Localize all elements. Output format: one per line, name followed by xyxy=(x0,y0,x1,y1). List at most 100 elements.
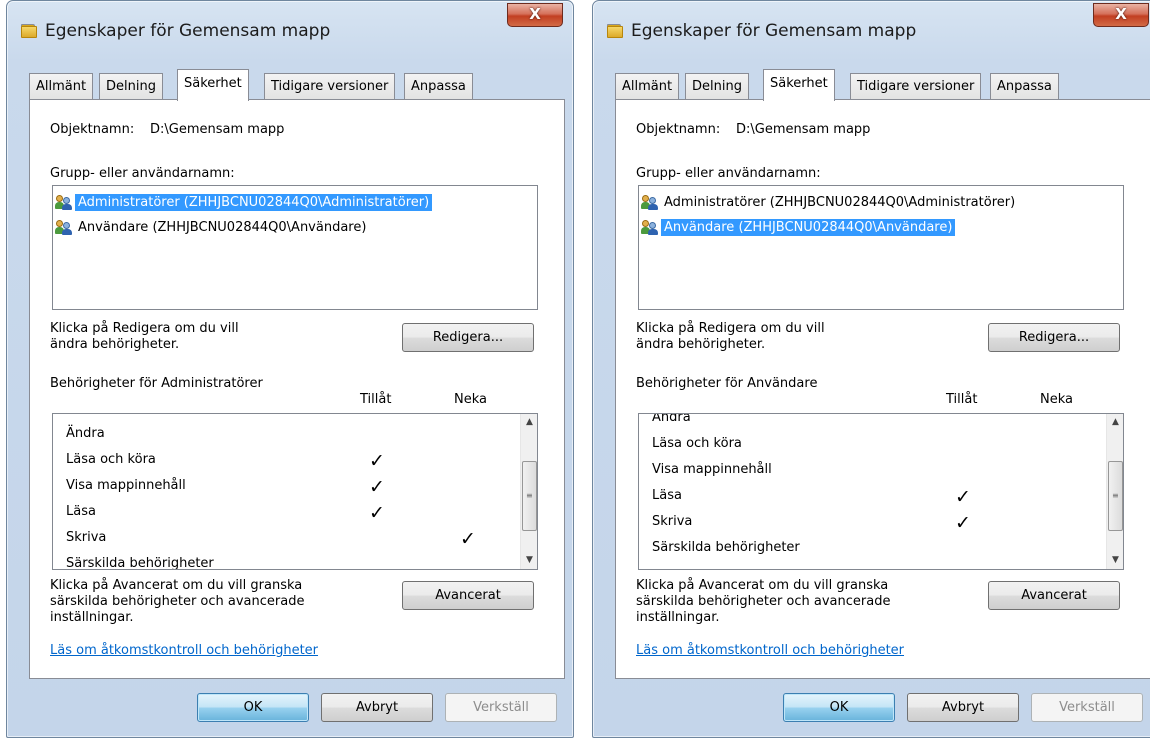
ok-button[interactable]: OK xyxy=(783,693,895,722)
scroll-up-arrow-icon[interactable]: ▲ xyxy=(1107,414,1123,431)
tab-delning[interactable]: Delning xyxy=(685,73,749,100)
users-group-icon xyxy=(641,219,659,235)
deny-column-header: Neka xyxy=(1040,392,1073,407)
tab-allmant[interactable]: Allmänt xyxy=(615,73,680,100)
apply-button[interactable]: Verkställ xyxy=(445,693,557,722)
permission-row: Särskilda behörigheter xyxy=(652,538,1092,564)
permission-name: Ändra xyxy=(66,426,105,441)
allow-column-header: Tillåt xyxy=(360,392,392,407)
cancel-button[interactable]: Avbryt xyxy=(907,693,1019,722)
user-item-users[interactable]: Användare (ZHHJBCNU02844Q0\Användare) xyxy=(641,216,956,238)
edit-hint-text: Klicka på Redigera om du vill ändra behö… xyxy=(50,321,239,352)
user-list[interactable]: Administratörer (ZHHJBCNU02844Q0\Adminis… xyxy=(52,185,538,310)
permission-row: Läsa och köra ✓ xyxy=(66,450,506,476)
scroll-up-arrow-icon[interactable]: ▲ xyxy=(521,414,537,431)
permission-row: Visa mappinnehåll ✓ xyxy=(66,476,506,502)
scroll-thumb[interactable]: ≡ xyxy=(522,461,537,531)
permission-row: Läsa och köra xyxy=(652,434,1092,460)
allow-check-icon: ✓ xyxy=(955,512,971,534)
user-item-label: Administratörer (ZHHJBCNU02844Q0\Adminis… xyxy=(664,194,1016,210)
deny-column-header: Neka xyxy=(454,392,487,407)
user-item-label: Användare (ZHHJBCNU02844Q0\Användare) xyxy=(78,219,367,235)
object-name-label: Objektnamn: xyxy=(636,122,721,137)
object-name-label: Objektnamn: xyxy=(50,122,135,137)
permission-name: Särskilda behörigheter xyxy=(652,540,800,555)
permission-row: Skriva ✓ xyxy=(66,528,506,554)
permission-name: Särskilda behörigheter xyxy=(66,556,214,570)
tab-tidigare-versioner[interactable]: Tidigare versioner xyxy=(264,73,396,100)
permission-name: Visa mappinnehåll xyxy=(66,478,186,493)
cancel-button[interactable]: Avbryt xyxy=(321,693,433,722)
tab-anpassa[interactable]: Anpassa xyxy=(990,73,1059,100)
tab-sakerhet[interactable]: Säkerhet xyxy=(763,69,835,101)
permission-name: Läsa xyxy=(66,504,96,519)
permissions-header: Behörigheter för Administratörer xyxy=(50,376,263,391)
users-group-icon xyxy=(55,219,73,235)
permission-row: Ändra xyxy=(652,414,1092,434)
grip-icon: ≡ xyxy=(1112,491,1119,500)
deny-check-icon: ✓ xyxy=(460,528,476,550)
title-bar[interactable]: Egenskaper för Gemensam mapp X xyxy=(7,1,573,63)
user-item-label: Administratörer (ZHHJBCNU02844Q0\Adminis… xyxy=(75,193,433,211)
tab-tidigare-versioner[interactable]: Tidigare versioner xyxy=(850,73,982,100)
tab-allmant[interactable]: Allmänt xyxy=(29,73,94,100)
user-list[interactable]: Administratörer (ZHHJBCNU02844Q0\Adminis… xyxy=(638,185,1124,310)
allow-check-icon: ✓ xyxy=(369,476,385,498)
group-user-names-label: Grupp- eller användarnamn: xyxy=(636,166,821,181)
permissions-list[interactable]: Ändra Läsa och köra ✓ Visa mappinnehåll … xyxy=(52,413,538,570)
advanced-button[interactable]: Avancerat xyxy=(988,581,1120,610)
permission-row: Särskilda behörigheter xyxy=(66,554,506,570)
window-title: Egenskaper för Gemensam mapp xyxy=(631,21,917,41)
advanced-button[interactable]: Avancerat xyxy=(402,581,534,610)
object-name-value: D:\Gemensam mapp xyxy=(736,122,871,137)
scroll-down-arrow-icon[interactable]: ▼ xyxy=(521,552,537,569)
permissions-header: Behörigheter för Användare xyxy=(636,376,818,391)
apply-button[interactable]: Verkställ xyxy=(1031,693,1143,722)
tab-delning[interactable]: Delning xyxy=(99,73,163,100)
tab-anpassa[interactable]: Anpassa xyxy=(404,73,473,100)
edit-hint-text: Klicka på Redigera om du vill ändra behö… xyxy=(636,321,825,352)
grip-icon: ≡ xyxy=(526,491,533,500)
permission-name: Läsa och köra xyxy=(652,436,742,451)
permission-name: Läsa och köra xyxy=(66,452,156,467)
vertical-scrollbar[interactable]: ▲ ≡ ▼ xyxy=(1106,414,1123,569)
permission-row: Skriva ✓ xyxy=(652,512,1092,538)
properties-dialog-users: Egenskaper för Gemensam mapp X Allmänt D… xyxy=(592,0,1150,738)
object-name-value: D:\Gemensam mapp xyxy=(150,122,285,137)
permission-row: Läsa ✓ xyxy=(66,502,506,528)
allow-check-icon: ✓ xyxy=(369,450,385,472)
folder-icon xyxy=(21,24,37,38)
allow-check-icon: ✓ xyxy=(955,486,971,508)
close-button[interactable]: X xyxy=(507,3,563,27)
allow-check-icon: ✓ xyxy=(369,502,385,524)
permission-row: Ändra xyxy=(66,424,506,450)
users-group-icon xyxy=(55,194,73,210)
tab-sakerhet[interactable]: Säkerhet xyxy=(177,69,249,101)
user-item-administrators[interactable]: Administratörer (ZHHJBCNU02844Q0\Adminis… xyxy=(55,191,433,213)
learn-access-control-link[interactable]: Läs om åtkomstkontroll och behörigheter xyxy=(636,643,904,658)
advanced-hint-text: Klicka på Avancerat om du vill granska s… xyxy=(636,578,891,625)
user-item-label: Användare (ZHHJBCNU02844Q0\Användare) xyxy=(661,218,956,236)
title-bar[interactable]: Egenskaper för Gemensam mapp X xyxy=(593,1,1150,63)
permissions-list[interactable]: Ändra Läsa och köra Visa mappinnehåll Lä… xyxy=(638,413,1124,570)
permission-row: Visa mappinnehåll xyxy=(652,460,1092,486)
user-item-users[interactable]: Användare (ZHHJBCNU02844Q0\Användare) xyxy=(55,216,369,238)
permission-name: Läsa xyxy=(652,488,682,503)
permission-name: Skriva xyxy=(66,530,107,545)
user-item-administrators[interactable]: Administratörer (ZHHJBCNU02844Q0\Adminis… xyxy=(641,191,1018,213)
learn-access-control-link[interactable]: Läs om åtkomstkontroll och behörigheter xyxy=(50,643,318,658)
scroll-thumb[interactable]: ≡ xyxy=(1108,461,1123,531)
scroll-down-arrow-icon[interactable]: ▼ xyxy=(1107,552,1123,569)
edit-button[interactable]: Redigera... xyxy=(402,323,534,352)
vertical-scrollbar[interactable]: ▲ ≡ ▼ xyxy=(520,414,537,569)
group-user-names-label: Grupp- eller användarnamn: xyxy=(50,166,235,181)
permission-row: Läsa ✓ xyxy=(652,486,1092,512)
window-title: Egenskaper för Gemensam mapp xyxy=(45,21,331,41)
advanced-hint-text: Klicka på Avancerat om du vill granska s… xyxy=(50,578,305,625)
security-panel: Objektnamn: D:\Gemensam mapp Grupp- elle… xyxy=(29,99,565,679)
edit-button[interactable]: Redigera... xyxy=(988,323,1120,352)
users-group-icon xyxy=(641,194,659,210)
close-button[interactable]: X xyxy=(1093,3,1149,27)
ok-button[interactable]: OK xyxy=(197,693,309,722)
permission-name: Visa mappinnehåll xyxy=(652,462,772,477)
